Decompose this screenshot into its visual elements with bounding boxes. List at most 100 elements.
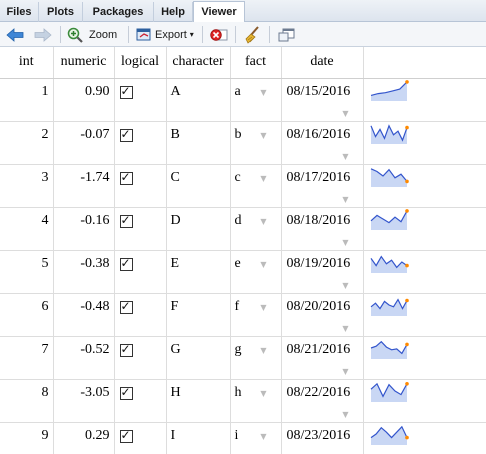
table-row: 8-3.05Hh▼08/22/2016▼ — [0, 379, 486, 423]
logical-checkbox — [119, 170, 133, 185]
logical-checkbox — [119, 342, 133, 357]
cell-fact: g ▼ — [230, 336, 282, 380]
cell-fact: h ▼ — [230, 379, 282, 423]
cell-fact: b ▼ — [230, 121, 282, 165]
cell-logical — [114, 207, 167, 251]
clear-all-viewer-button[interactable] — [244, 25, 260, 44]
zoom-button[interactable]: Zoom — [67, 25, 117, 44]
cell-date: 08/17/2016 ▼ — [281, 164, 364, 208]
cell-logical — [114, 379, 167, 423]
cell-int: 3 — [0, 164, 54, 208]
sparkline-chart — [370, 340, 409, 359]
cell-character: G — [166, 336, 231, 380]
cell-fact: c ▼ — [230, 164, 282, 208]
toolbar-divider — [269, 26, 270, 43]
pane-tab-bar: Files Plots Packages Help Viewer — [0, 0, 486, 23]
date-value: 08/23/2016 — [286, 427, 351, 443]
forward-arrow-icon — [34, 27, 52, 42]
tab-plots[interactable]: Plots — [39, 2, 83, 22]
cell-numeric: 0.29 — [53, 422, 115, 454]
cell-character: C — [166, 164, 231, 208]
date-value: 08/16/2016 — [286, 126, 351, 142]
logical-checkbox — [119, 127, 133, 142]
column-header-logical[interactable]: logical — [114, 47, 167, 79]
date-dropdown-icon: ▼ — [342, 280, 349, 290]
sparkline-chart — [370, 297, 409, 316]
sparkline-chart — [370, 381, 409, 402]
cell-fact: f ▼ — [230, 293, 282, 337]
cell-sparkline — [363, 164, 486, 208]
cell-numeric: -3.05 — [53, 379, 115, 423]
sparkline-chart — [370, 425, 409, 445]
cell-fact: a ▼ — [230, 78, 282, 122]
remove-viewer-button[interactable] — [210, 25, 228, 44]
tab-help[interactable]: Help — [154, 2, 193, 22]
table-row: 7-0.52 Gg▼08/21/2016▼ — [0, 336, 486, 380]
show-in-new-window-button[interactable] — [278, 25, 296, 44]
sparkline-end-point — [404, 79, 409, 84]
sparkline-end-point — [404, 381, 409, 386]
table-row: 4-0.16Dd▼08/18/2016▼ — [0, 207, 486, 251]
date-dropdown-icon: ▼ — [342, 237, 349, 247]
toolbar-divider — [235, 26, 236, 43]
fact-value: i — [234, 427, 239, 443]
cell-numeric: -0.52 — [53, 336, 115, 380]
date-dropdown-icon: ▼ — [342, 108, 349, 118]
column-header-date[interactable]: date — [281, 47, 364, 79]
fact-dropdown-icon: ▼ — [260, 130, 267, 140]
sparkline-chart — [369, 123, 409, 144]
sparkline-chart — [370, 167, 409, 187]
fact-value: f — [234, 298, 240, 314]
sparkline-chart — [370, 79, 409, 101]
date-dropdown-icon: ▼ — [342, 194, 349, 204]
cell-int: 2 — [0, 121, 54, 165]
fact-value: d — [234, 212, 242, 228]
data-table-view[interactable]: int numeric logical character fact date … — [0, 47, 486, 454]
sparkline-area — [370, 426, 407, 445]
tab-files-label: Files — [6, 6, 32, 18]
fact-dropdown-icon: ▼ — [260, 431, 267, 441]
sparkline-chart — [370, 254, 409, 273]
date-value: 08/17/2016 — [286, 169, 351, 185]
fact-dropdown-icon: ▼ — [260, 87, 267, 97]
cell-character: D — [166, 207, 231, 251]
toolbar-divider — [128, 26, 129, 43]
fact-dropdown-icon: ▼ — [260, 216, 267, 226]
cell-character: B — [166, 121, 231, 165]
date-dropdown-icon: ▼ — [342, 366, 349, 376]
tab-files[interactable]: Files — [0, 2, 39, 22]
cell-int: 7 — [0, 336, 54, 380]
logical-checkbox — [119, 428, 133, 443]
date-value: 08/19/2016 — [286, 255, 351, 271]
cell-sparkline — [363, 336, 486, 380]
cell-sparkline — [363, 250, 486, 294]
cell-date: 08/22/2016 ▼ — [281, 379, 364, 423]
cell-sparkline — [363, 207, 486, 251]
logical-checkbox — [119, 213, 133, 228]
column-header-numeric[interactable]: numeric — [53, 47, 115, 79]
cell-int: 8 — [0, 379, 54, 423]
cell-logical — [114, 78, 167, 122]
table-row: 90.29Ii▼08/23/2016▼ — [0, 422, 486, 454]
column-header-fact[interactable]: fact — [230, 47, 282, 79]
fact-dropdown-icon: ▼ — [260, 259, 267, 269]
fact-value: c — [234, 169, 241, 185]
sparkline-end-point — [404, 208, 409, 213]
cell-sparkline — [363, 379, 486, 423]
forward-button[interactable] — [34, 25, 52, 44]
back-button[interactable] — [6, 25, 24, 44]
fact-value: e — [234, 255, 241, 271]
export-button[interactable]: Export ▾ — [136, 25, 194, 44]
cell-logical — [114, 250, 167, 294]
cell-date: 08/21/2016 ▼ — [281, 336, 364, 380]
broom-icon — [245, 25, 259, 44]
tab-viewer[interactable]: Viewer — [193, 1, 245, 23]
column-header-int[interactable]: int — [0, 47, 54, 79]
tab-packages[interactable]: Packages — [83, 2, 154, 22]
column-header-character[interactable]: character — [166, 47, 231, 79]
header-row: int numeric logical character fact date — [0, 47, 486, 79]
date-value: 08/18/2016 — [286, 212, 351, 228]
cell-character: A — [166, 78, 231, 122]
sparkline-end-point — [404, 179, 409, 183]
sparkline-end-point — [404, 298, 409, 302]
